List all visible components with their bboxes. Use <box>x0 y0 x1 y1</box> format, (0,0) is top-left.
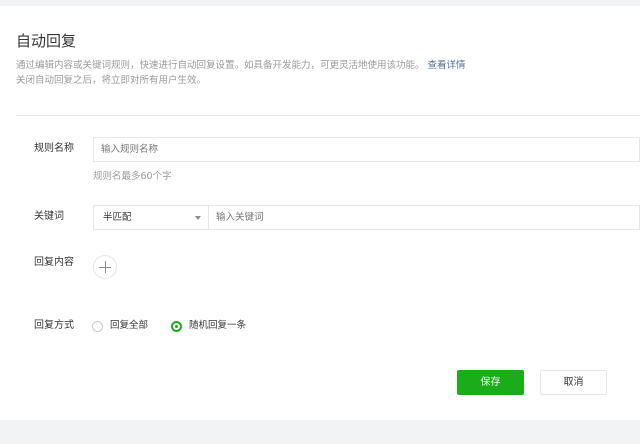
keyword-input[interactable] <box>208 205 640 230</box>
rule-name-input[interactable] <box>93 137 640 162</box>
radio-label: 随机回复一条 <box>189 320 247 331</box>
cancel-button[interactable]: 取消 <box>540 370 607 395</box>
chevron-down-icon <box>195 216 201 220</box>
details-link[interactable]: 查看详情 <box>428 60 466 71</box>
radio-random-reply[interactable]: 随机回复一条 <box>171 319 246 333</box>
radio-label: 回复全部 <box>110 320 149 331</box>
description-text: 通过编辑内容或关键词规则，快速进行自动回复设置。如具备开发能力，可更灵活地使用该… <box>16 60 425 71</box>
save-button[interactable]: 保存 <box>457 370 524 395</box>
page-note: 关闭自动回复之后，将立即对所有用户生效。 <box>16 75 207 86</box>
reply-mode-label: 回复方式 <box>34 320 74 331</box>
match-mode-select[interactable]: 半匹配 <box>93 205 209 230</box>
keyword-label: 关键词 <box>34 211 64 222</box>
radio-reply-all[interactable]: 回复全部 <box>92 319 148 333</box>
add-reply-button[interactable] <box>93 255 117 279</box>
rule-name-label: 规则名称 <box>34 143 74 154</box>
divider <box>16 115 640 116</box>
rule-name-hint: 规则名最多60个字 <box>93 171 172 182</box>
page-description: 通过编辑内容或关键词规则，快速进行自动回复设置。如具备开发能力，可更灵活地使用该… <box>16 59 466 73</box>
reply-content-label: 回复内容 <box>34 257 74 268</box>
page-title: 自动回复 <box>16 32 77 50</box>
match-mode-value: 半匹配 <box>103 212 132 223</box>
radio-checked[interactable] <box>171 320 182 332</box>
radio-unchecked[interactable] <box>92 320 103 332</box>
